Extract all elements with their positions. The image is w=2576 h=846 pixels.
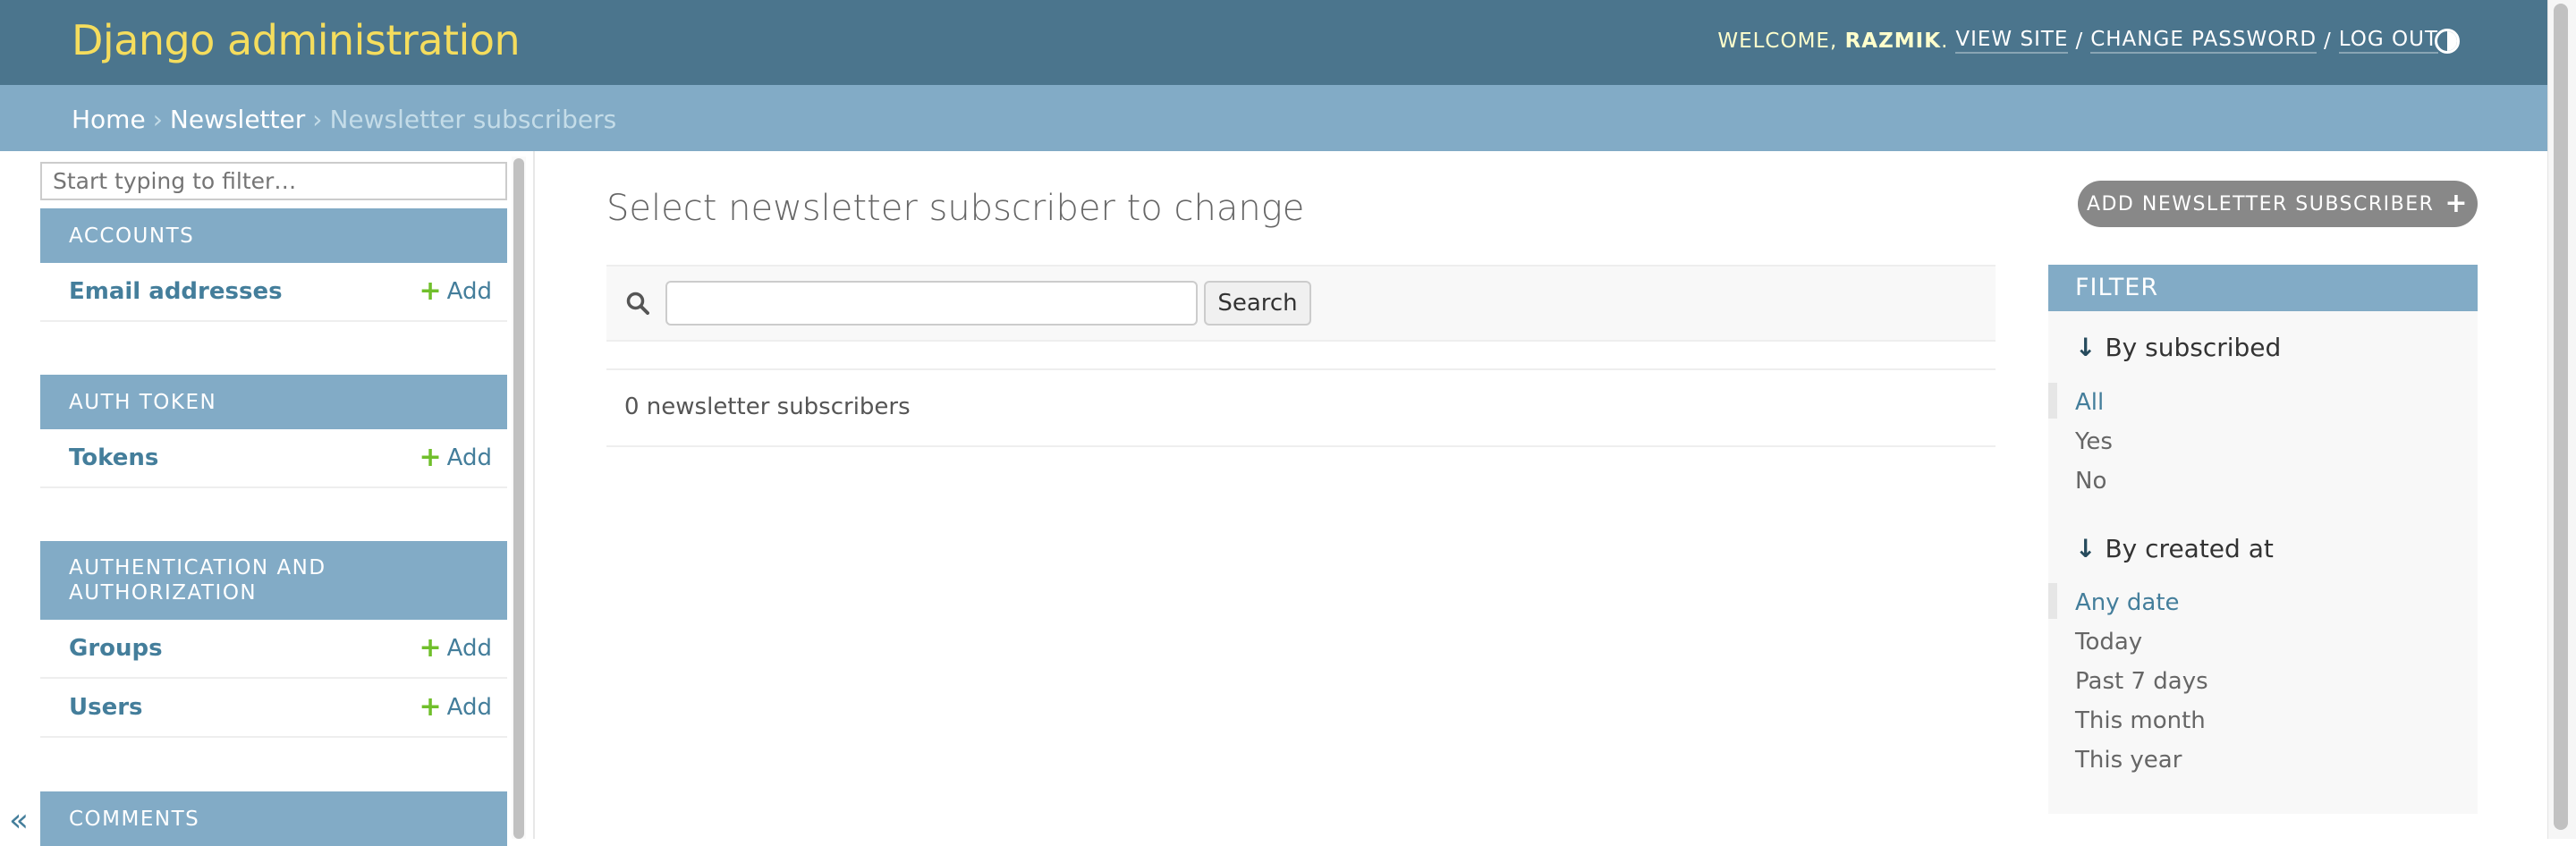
module-caption-auth-token[interactable]: Auth Token	[40, 375, 507, 429]
add-user-link[interactable]: + Add	[419, 691, 492, 723]
change-password-link[interactable]: Change password	[2090, 28, 2318, 54]
welcome-text: Welcome, razmik.	[1717, 29, 1949, 53]
filter-option-no[interactable]: No	[2075, 461, 2106, 501]
filter-option-yes[interactable]: Yes	[2075, 422, 2113, 461]
filter-option-this-month[interactable]: This month	[2075, 701, 2206, 740]
search-toolbar: Search	[606, 265, 1996, 342]
sidebar-item-email-addresses: Email addresses + Add	[40, 263, 507, 322]
add-newsletter-subscriber-button[interactable]: Add newsletter subscriber +	[2078, 181, 2478, 227]
sidebar-item-groups: Groups + Add	[40, 620, 507, 679]
sidebar-filter-input[interactable]	[40, 162, 507, 200]
module-caption-authentication[interactable]: Authentication and Authorization	[40, 541, 507, 620]
header: Django administration Welcome, razmik. V…	[0, 0, 2547, 85]
breadcrumb-home[interactable]: Home	[72, 105, 146, 134]
filter-option-this-year[interactable]: This year	[2075, 740, 2182, 780]
site-name[interactable]: Django administration	[72, 16, 521, 64]
filter-option-today[interactable]: Today	[2075, 622, 2142, 662]
page-title: Select newsletter subscriber to change	[606, 188, 1305, 229]
search-button[interactable]: Search	[1204, 281, 1311, 326]
separator: /	[2324, 29, 2332, 53]
model-link[interactable]: Email addresses	[69, 278, 283, 305]
separator: /	[2075, 29, 2084, 53]
nav-sidebar: Accounts Email addresses +Add Auth Token…	[0, 151, 535, 846]
add-group-link[interactable]: + Add	[419, 632, 492, 664]
filter-option-past-7-days[interactable]: Past 7 days	[2075, 662, 2208, 701]
filter-option-any-date[interactable]: Any date	[2048, 583, 2180, 622]
breadcrumb-separator: ›	[152, 105, 163, 134]
result-count: 0 newsletter subscribers	[606, 368, 1996, 447]
sidebar-item-users: Users + Add	[40, 679, 507, 738]
arrow-down-icon: ↓	[2075, 333, 2097, 362]
user-tools: Welcome, razmik. View site / Change pass…	[1717, 28, 2438, 54]
page-scrollbar-thumb[interactable]	[2554, 4, 2568, 830]
plus-icon: +	[2445, 188, 2470, 219]
plus-icon: +	[419, 275, 442, 307]
add-email-address-link[interactable]: + Add	[419, 275, 492, 307]
search-input[interactable]	[665, 281, 1198, 326]
plus-icon: +	[419, 442, 442, 473]
module-caption-accounts[interactable]: Accounts	[40, 208, 507, 263]
model-link[interactable]: Users	[69, 694, 143, 721]
breadcrumb-current: Newsletter subscribers	[329, 105, 617, 134]
theme-toggle-icon[interactable]	[2435, 29, 2460, 54]
sidebar-scrollbar-thumb[interactable]	[513, 158, 524, 839]
breadcrumb-separator: ›	[312, 105, 323, 134]
search-icon	[626, 292, 649, 315]
filter-group-created-at[interactable]: ↓ By created at	[2075, 534, 2274, 563]
plus-icon: +	[419, 691, 442, 723]
username: razmik	[1844, 29, 1942, 53]
toggle-nav-sidebar-icon[interactable]: «	[9, 802, 29, 839]
module-caption-comments[interactable]: Comments	[40, 791, 507, 846]
log-out-link[interactable]: Log out	[2338, 28, 2438, 54]
view-site-link[interactable]: View site	[1955, 28, 2069, 54]
breadcrumb-app[interactable]: Newsletter	[170, 105, 305, 134]
model-link[interactable]: Groups	[69, 635, 163, 662]
changelist-filter: Filter ↓ By subscribed All Yes No ↓ By cre…	[2047, 265, 2478, 814]
add-token-link[interactable]: + Add	[419, 442, 492, 473]
filter-option-all[interactable]: All	[2047, 383, 2104, 422]
arrow-down-icon: ↓	[2075, 534, 2097, 563]
filter-header: Filter	[2048, 265, 2478, 311]
filter-group-subscribed[interactable]: ↓ By subscribed	[2075, 333, 2281, 362]
model-link[interactable]: Tokens	[69, 444, 158, 471]
sidebar-item-tokens: Tokens + Add	[40, 429, 507, 488]
plus-icon: +	[419, 632, 442, 664]
breadcrumb: Home › Newsletter › Newsletter subscribers	[0, 85, 2547, 151]
